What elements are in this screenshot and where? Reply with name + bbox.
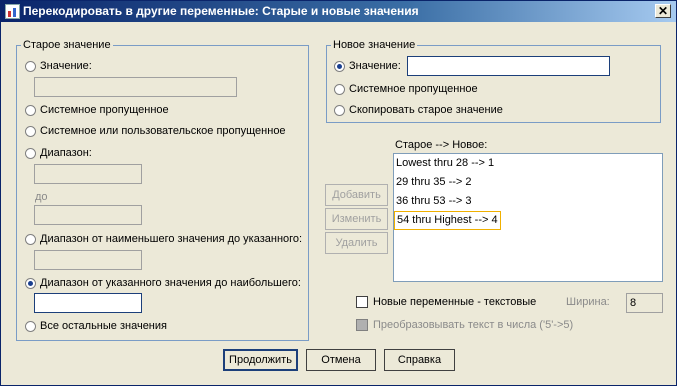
help-button[interactable]: Справка (384, 349, 455, 371)
old-range-from-input[interactable] (34, 164, 142, 184)
recode-dialog: Перекодировать в другие переменные: Стар… (0, 0, 677, 386)
copy-old-value-label: Скопировать старое значение (349, 104, 503, 116)
change-button[interactable]: Изменить (325, 208, 388, 230)
old-system-user-missing-radio[interactable]: Системное или пользовательское пропущенн… (25, 125, 286, 137)
old-range-radio[interactable]: Диапазон: (25, 147, 92, 159)
new-value-label: Значение: (349, 60, 401, 72)
old-system-user-missing-label: Системное или пользовательское пропущенн… (40, 125, 286, 137)
old-value-input[interactable] (34, 77, 237, 97)
old-system-missing-label: Системное пропущенное (40, 104, 169, 116)
old-value-legend: Старое значение (23, 39, 111, 51)
add-button[interactable]: Добавить (325, 184, 388, 206)
list-item[interactable]: Lowest thru 28 --> 1 (394, 154, 662, 173)
mapping-list-label: Старое --> Новое: (395, 139, 488, 151)
new-system-missing-radio[interactable]: Системное пропущенное (334, 83, 478, 95)
copy-old-value-radio[interactable]: Скопировать старое значение (334, 104, 503, 116)
string-vars-checkbox-row[interactable]: Новые переменные - текстовые (356, 296, 536, 308)
new-system-missing-label: Системное пропущенное (349, 83, 478, 95)
old-all-other-radio[interactable]: Все остальные значения (25, 320, 167, 332)
convert-checkbox-row[interactable]: Преобразовывать текст в числа ('5'->5) (356, 319, 573, 331)
old-all-other-indicator[interactable] (25, 320, 36, 332)
old-range-lowest-indicator[interactable] (25, 233, 36, 245)
remove-button[interactable]: Удалить (325, 232, 388, 254)
list-item[interactable]: 36 thru 53 --> 3 (394, 192, 662, 211)
old-range-label: Диапазон: (40, 147, 92, 159)
window-title: Перекодировать в другие переменные: Стар… (23, 4, 419, 18)
mapping-list[interactable]: Lowest thru 28 --> 1 29 thru 35 --> 2 36… (393, 153, 663, 282)
old-range-lowest-input[interactable] (34, 250, 142, 270)
old-value-label: Значение: (40, 60, 92, 72)
new-system-missing-indicator[interactable] (334, 83, 345, 95)
string-vars-label: Новые переменные - текстовые (373, 296, 537, 308)
new-value-radio[interactable]: Значение: (334, 60, 401, 72)
width-label: Ширина: (566, 296, 610, 308)
close-button[interactable]: ✕ (655, 4, 671, 18)
new-value-radio-indicator[interactable] (334, 60, 345, 72)
through-label: до (35, 191, 48, 203)
old-range-highest-indicator[interactable] (25, 277, 36, 289)
convert-checkbox[interactable] (356, 319, 368, 331)
old-system-missing-indicator[interactable] (25, 104, 36, 116)
old-value-radio[interactable]: Значение: (25, 60, 92, 72)
old-all-other-label: Все остальные значения (40, 320, 167, 332)
convert-label: Преобразовывать текст в числа ('5'->5) (373, 319, 574, 331)
cancel-button[interactable]: Отмена (306, 349, 376, 371)
copy-old-value-indicator[interactable] (334, 104, 345, 116)
new-value-legend: Новое значение (333, 39, 416, 51)
old-range-indicator[interactable] (25, 147, 36, 159)
old-range-highest-radio[interactable]: Диапазон от указанного значения до наибо… (25, 277, 301, 289)
old-range-to-input[interactable] (34, 205, 142, 225)
old-range-highest-label: Диапазон от указанного значения до наибо… (40, 277, 301, 289)
old-system-user-missing-indicator[interactable] (25, 125, 36, 137)
old-range-highest-input[interactable] (34, 293, 142, 313)
list-item-selected[interactable]: 54 thru Highest --> 4 (394, 211, 501, 230)
old-range-lowest-label: Диапазон от наименьшего значения до указ… (40, 233, 303, 245)
old-system-missing-radio[interactable]: Системное пропущенное (25, 104, 169, 116)
new-value-input[interactable] (407, 56, 610, 76)
old-value-radio-indicator[interactable] (25, 60, 36, 72)
app-icon (5, 4, 20, 19)
title-bar: Перекодировать в другие переменные: Стар… (1, 1, 676, 22)
old-range-lowest-radio[interactable]: Диапазон от наименьшего значения до указ… (25, 233, 302, 245)
width-input[interactable]: 8 (626, 293, 663, 313)
string-vars-checkbox[interactable] (356, 296, 368, 308)
continue-button[interactable]: Продолжить (223, 349, 298, 371)
list-item[interactable]: 29 thru 35 --> 2 (394, 173, 662, 192)
